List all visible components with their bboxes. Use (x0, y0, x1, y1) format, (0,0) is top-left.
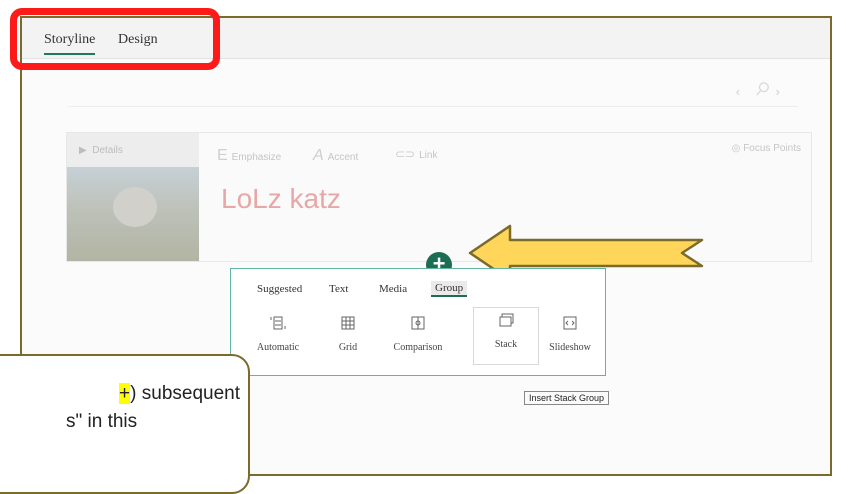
callout-text: +) subsequent s" in this (0, 380, 240, 436)
focus-points-button[interactable]: ◎ Focus Points (732, 143, 801, 154)
search-row: ‹ › (68, 76, 798, 107)
tab-text[interactable]: Text (329, 283, 348, 295)
stack-icon (499, 313, 514, 327)
accent-button[interactable]: A Accent (313, 147, 358, 165)
details-toggle[interactable]: ▶ Details (79, 145, 123, 156)
callout-line-1: +) subsequent (0, 380, 240, 408)
card-image[interactable] (67, 167, 199, 261)
link-icon: ⊂⊃ (395, 147, 416, 161)
stack-tooltip: Insert Stack Group (524, 391, 610, 405)
slideshow-label: Slideshow (549, 342, 591, 353)
stack-option[interactable]: Stack (473, 307, 539, 365)
tab-suggested[interactable]: Suggested (257, 283, 302, 295)
focus-icon: ◎ (731, 143, 741, 154)
link-button[interactable]: ⊂⊃ Link (395, 147, 437, 161)
comparison-icon (411, 316, 425, 330)
tab-group[interactable]: Group (431, 281, 468, 297)
cat-image (113, 187, 157, 227)
grid-option[interactable]: Grid (315, 311, 381, 365)
slideshow-icon (563, 316, 577, 330)
comparison-label: Comparison (393, 342, 443, 353)
grid-icon (341, 316, 355, 330)
insert-panel: Suggested Text Media Group Automatic Gri… (230, 268, 606, 376)
tab-media[interactable]: Media (379, 283, 407, 295)
slideshow-option[interactable]: Slideshow (537, 311, 603, 365)
card-title[interactable]: LoLz katz (221, 183, 341, 215)
nav-arrows-icon[interactable]: ‹ › (736, 84, 796, 99)
accent-icon: A (313, 147, 324, 164)
grid-label: Grid (338, 342, 358, 353)
emphasize-button[interactable]: E Emphasize (217, 147, 281, 165)
callout-line-2: s" in this (66, 411, 138, 432)
callout-line-1-text: ) subsequent (130, 383, 240, 404)
card-left-panel: ▶ Details (67, 133, 199, 261)
automatic-icon (270, 316, 286, 330)
tabs-highlight-box (10, 8, 220, 70)
emphasize-icon: E (217, 147, 228, 164)
automatic-option[interactable]: Automatic (245, 311, 311, 365)
stack-label: Stack (494, 339, 518, 350)
plus-highlight: + (119, 383, 131, 404)
comparison-option[interactable]: Comparison (385, 311, 451, 365)
automatic-label: Automatic (256, 342, 300, 353)
